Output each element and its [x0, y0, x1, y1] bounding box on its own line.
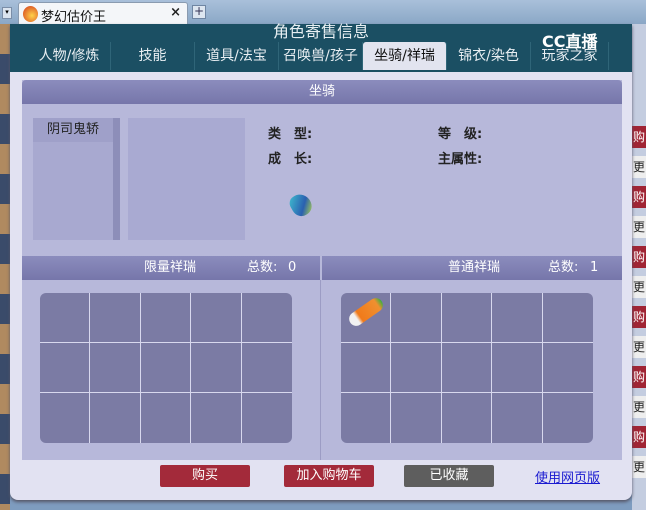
bg-more-button[interactable]: 更: [632, 156, 646, 178]
bg-buy-button[interactable]: 购: [632, 426, 646, 448]
tab-mounts[interactable]: 坐骑/祥瑞: [363, 42, 447, 70]
normal-grid: [341, 293, 593, 443]
limited-grid: [40, 293, 292, 443]
tab-items[interactable]: 道具/法宝: [195, 42, 279, 70]
limited-header: 限量祥瑞 总数: 0: [22, 256, 320, 280]
grid-slot[interactable]: [90, 293, 141, 343]
grid-slot[interactable]: [391, 293, 442, 343]
grid-slot[interactable]: [492, 343, 543, 393]
bg-more-button[interactable]: 更: [632, 216, 646, 238]
grid-slot[interactable]: [341, 343, 392, 393]
grid-slot[interactable]: [542, 343, 593, 393]
grid-slot[interactable]: [140, 343, 192, 393]
bg-buy-button[interactable]: 购: [632, 246, 646, 268]
grid-slot[interactable]: [341, 293, 392, 343]
tab-skills[interactable]: 技能: [111, 42, 195, 70]
grid-slot[interactable]: [492, 393, 543, 443]
buy-button[interactable]: 购买: [160, 465, 250, 487]
level-label: 等 级:: [438, 127, 483, 142]
dialog-title: 角色寄售信息: [272, 22, 369, 41]
limited-count: 0: [288, 260, 297, 275]
grid-slot[interactable]: [391, 393, 442, 443]
bg-buy-button[interactable]: 购: [632, 126, 646, 148]
mount-image-box: [128, 118, 245, 240]
grid-slot[interactable]: [441, 293, 493, 343]
normal-header: 普通祥瑞 总数: 1: [322, 256, 622, 280]
grid-slot[interactable]: [542, 293, 593, 343]
grid-slot[interactable]: [241, 293, 292, 343]
grid-slot[interactable]: [191, 343, 242, 393]
grid-slot[interactable]: [191, 293, 242, 343]
normal-count: 1: [590, 260, 599, 275]
mount-list-item[interactable]: 阴司鬼轿: [33, 118, 113, 142]
grid-slot[interactable]: [40, 393, 91, 443]
tab-character[interactable]: 人物/修炼: [28, 42, 111, 70]
bg-more-button[interactable]: 更: [632, 396, 646, 418]
grid-slot[interactable]: [391, 343, 442, 393]
limited-title: 限量祥瑞: [144, 260, 197, 275]
divider: [320, 280, 321, 460]
grid-slot[interactable]: [141, 393, 192, 443]
scrollbar[interactable]: [113, 118, 120, 240]
tab-home[interactable]: 玩家之家: [531, 42, 609, 70]
grid-slot[interactable]: [442, 393, 493, 443]
add-to-cart-button[interactable]: 加入购物车: [284, 465, 374, 487]
tab-outfits[interactable]: 锦衣/染色: [447, 42, 531, 70]
mount-list: 阴司鬼轿: [33, 118, 120, 240]
bg-more-button[interactable]: 更: [632, 456, 646, 478]
grid-slot[interactable]: [341, 393, 392, 443]
section-header: 坐骑: [22, 80, 622, 104]
bg-more-button[interactable]: 更: [632, 276, 646, 298]
bg-buy-button[interactable]: 购: [632, 186, 646, 208]
grid-slot[interactable]: [441, 343, 493, 393]
grid-slot[interactable]: [40, 343, 91, 393]
normal-count-label: 总数:: [548, 260, 579, 275]
grid-slot[interactable]: [242, 393, 292, 443]
role-info-dialog: 角色寄售信息 CC直播 人物/修炼 技能 道具/法宝 召唤兽/孩子 坐骑/祥瑞 …: [10, 22, 632, 500]
grid-slot[interactable]: [90, 393, 141, 443]
grid-slot[interactable]: [140, 293, 192, 343]
grid-slot[interactable]: [492, 293, 543, 343]
bg-more-button[interactable]: 更: [632, 336, 646, 358]
new-tab-button[interactable]: +: [192, 5, 206, 19]
type-label: 类 型:: [268, 127, 313, 142]
normal-title: 普通祥瑞: [448, 260, 501, 275]
dialog-header: 角色寄售信息 CC直播 人物/修炼 技能 道具/法宝 召唤兽/孩子 坐骑/祥瑞 …: [10, 22, 632, 72]
web-version-link[interactable]: 使用网页版: [535, 467, 600, 486]
tab-pets[interactable]: 召唤兽/孩子: [279, 42, 363, 70]
growth-label: 成 长:: [268, 152, 313, 167]
limited-count-label: 总数:: [247, 260, 278, 275]
background-page-left: [0, 24, 10, 510]
grid-slot[interactable]: [191, 393, 242, 443]
grid-slot[interactable]: [40, 293, 91, 343]
grid-slot[interactable]: [90, 343, 141, 393]
favorited-button[interactable]: 已收藏: [404, 465, 494, 487]
main-attr-label: 主属性:: [438, 152, 483, 167]
grid-slot[interactable]: [543, 393, 593, 443]
bg-buy-button[interactable]: 购: [632, 366, 646, 388]
grid-slot[interactable]: [241, 343, 292, 393]
carrot-rabbit-item-icon: [346, 295, 386, 329]
bg-buy-button[interactable]: 购: [632, 306, 646, 328]
